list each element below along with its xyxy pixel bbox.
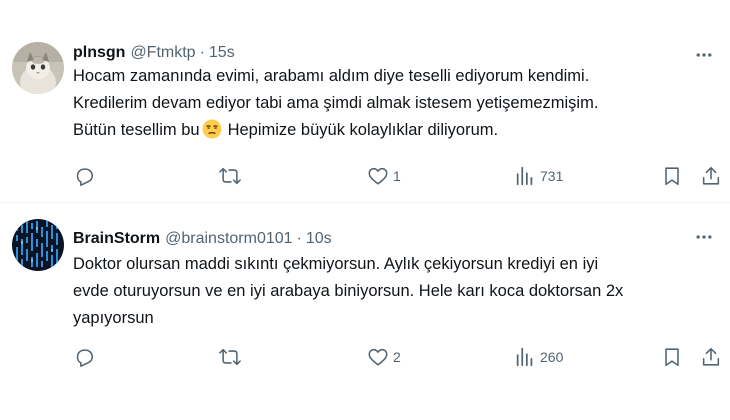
tweet-text-line: Hocam zamanında evimi, arabamı aldım diy… (73, 67, 590, 85)
display-name[interactable]: plnsgn (73, 44, 125, 62)
tweet-text: Doktor olursan maddi sıkıntı çekmiyorsun… (73, 251, 713, 332)
avatar-cat[interactable] (12, 42, 64, 94)
bookmark-button[interactable] (661, 343, 683, 371)
more-horizontal-icon[interactable] (692, 225, 716, 249)
repost-icon (219, 167, 241, 185)
repost-button[interactable] (219, 343, 241, 371)
heart-icon (368, 167, 388, 185)
user-handle[interactable]: @brainstorm0101 (165, 230, 292, 248)
repost-icon (219, 348, 241, 366)
tweet[interactable]: BrainStorm @brainstorm0101 · 10s Doktor … (0, 203, 730, 420)
separator-dot: · (199, 44, 205, 61)
tweet-time[interactable]: 15s (209, 44, 235, 62)
unamused-face-emoji (202, 119, 222, 148)
views-icon (516, 166, 533, 186)
heart-icon (368, 348, 388, 366)
bookmark-icon (665, 167, 679, 186)
bookmark-button[interactable] (661, 162, 683, 190)
tweet-time[interactable]: 10s (306, 230, 332, 248)
tweet[interactable]: plnsgn @Ftmktp · 15s Hocam zamanında evi… (0, 0, 730, 202)
share-icon (702, 347, 720, 366)
repost-button[interactable] (219, 162, 241, 190)
tweet-text-line: yapıyorsun (73, 309, 154, 327)
tweet-text: Hocam zamanında evimi, arabamı aldım diy… (73, 63, 713, 148)
share-button[interactable] (700, 343, 722, 371)
tweet-text-line: Kredilerim devam ediyor tabi ama şimdi a… (73, 94, 599, 112)
bookmark-icon (665, 348, 679, 367)
reply-button[interactable] (73, 162, 95, 190)
user-handle[interactable]: @Ftmktp (130, 44, 195, 62)
like-count: 1 (393, 168, 401, 184)
tweet-header: BrainStorm @brainstorm0101 · 10s (73, 227, 332, 251)
separator-dot: · (296, 230, 302, 247)
view-count: 731 (540, 168, 564, 184)
tweet-header: plnsgn @Ftmktp · 15s (73, 41, 235, 65)
share-icon (702, 166, 720, 185)
tweet-text-segment: Bütün tesellim bu (73, 121, 200, 139)
avatar-matrix[interactable] (12, 219, 64, 271)
reply-icon (76, 168, 94, 186)
share-button[interactable] (700, 162, 722, 190)
views-button[interactable]: 731 (514, 162, 563, 190)
tweet-text-line: Doktor olursan maddi sıkıntı çekmiyorsun… (73, 255, 599, 273)
like-button[interactable]: 1 (367, 162, 401, 190)
tweet-text-line: evde oturuyorsun ve en iyi arabaya biniy… (73, 282, 624, 300)
tweet-text-segment: Hepimize büyük kolaylıklar diliyorum. (227, 121, 499, 139)
like-button[interactable]: 2 (367, 343, 401, 371)
views-icon (516, 347, 533, 367)
view-count: 260 (540, 349, 564, 365)
reply-icon (76, 349, 94, 367)
like-count: 2 (393, 349, 401, 365)
reply-button[interactable] (73, 343, 95, 371)
tweet-text-line: Bütün tesellim bu Hepimize büyük kolaylık… (73, 117, 713, 148)
display-name[interactable]: BrainStorm (73, 230, 160, 248)
views-button[interactable]: 260 (514, 343, 563, 371)
tweet-actions: 2 260 (73, 343, 728, 371)
tweet-actions: 1 731 (73, 162, 728, 190)
